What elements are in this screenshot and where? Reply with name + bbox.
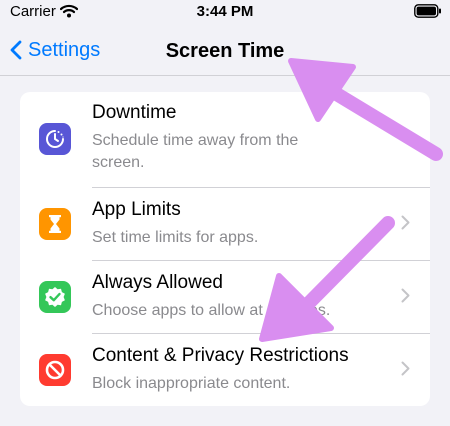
row-subtitle: Block inappropriate content. [92, 375, 291, 392]
chevron-right-icon [401, 361, 410, 376]
chevron-right-icon [401, 215, 410, 230]
row-downtime[interactable]: Downtime Schedule time away from the scr… [20, 92, 430, 188]
row-subtitle: Set time limits for apps. [92, 229, 259, 246]
row-title: Content & Privacy Restrictions [92, 345, 349, 366]
row-always-allowed[interactable]: Always Allowed Choose apps to allow at a… [20, 261, 430, 333]
row-title: App Limits [92, 199, 181, 220]
row-subtitle: Schedule time away from the screen. [92, 132, 299, 171]
row-content-privacy-restrictions[interactable]: Content & Privacy Restrictions Block ina… [20, 334, 430, 406]
downtime-icon [39, 123, 71, 155]
row-title: Always Allowed [92, 272, 223, 293]
row-subtitle: Choose apps to allow at all times. [92, 302, 331, 319]
navigation-bar: Settings Screen Time [0, 28, 450, 72]
settings-group: Downtime Schedule time away from the scr… [20, 92, 430, 406]
row-app-limits[interactable]: App Limits Set time limits for apps. [20, 188, 430, 260]
prohibited-icon [39, 354, 71, 386]
page-title: Screen Time [165, 40, 285, 62]
nav-divider [0, 75, 450, 76]
status-time: 3:44 PM [196, 3, 254, 20]
row-title: Downtime [92, 102, 177, 123]
status-bar: Carrier 3:44 PM [0, 0, 450, 24]
hourglass-icon [39, 208, 71, 240]
battery-icon [414, 4, 442, 22]
checkmark-seal-icon [39, 281, 71, 313]
chevron-right-icon [401, 288, 410, 303]
